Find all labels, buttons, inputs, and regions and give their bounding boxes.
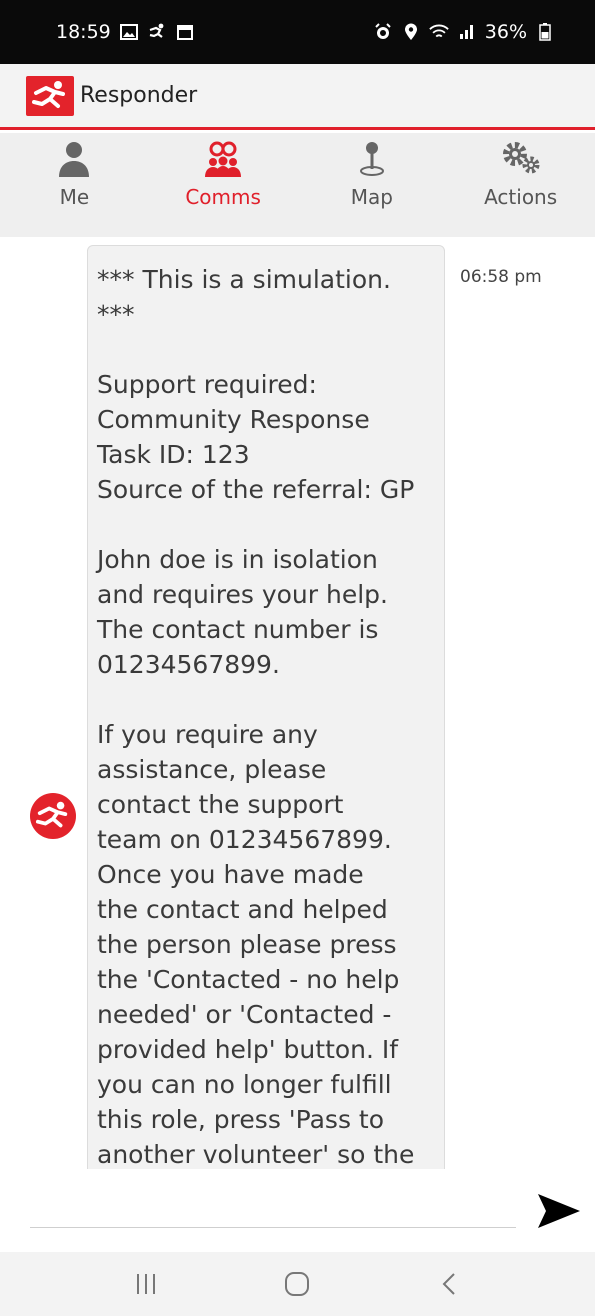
tab-bar: Me Comms Map Actions bbox=[0, 133, 595, 237]
recent-apps-icon bbox=[136, 1274, 155, 1294]
wifi-icon bbox=[429, 22, 449, 42]
message-line: the contact and helped bbox=[97, 895, 388, 924]
message-line: If you require any bbox=[97, 720, 318, 749]
tab-me[interactable]: Me bbox=[0, 133, 149, 237]
message-line: 01234567899. bbox=[97, 650, 280, 679]
message-line: *** This is a simulation. bbox=[97, 265, 391, 294]
status-time: 18:59 bbox=[56, 21, 111, 43]
message-line: team on 01234567899. bbox=[97, 825, 392, 854]
message-line: the 'Contacted - no help bbox=[97, 965, 400, 994]
home-icon bbox=[285, 1272, 310, 1296]
battery-icon bbox=[535, 22, 555, 42]
map-pin-icon bbox=[357, 139, 387, 179]
message-line: and requires your help. bbox=[97, 580, 388, 609]
message-line: the person please press bbox=[97, 930, 397, 959]
tab-map-label: Map bbox=[350, 185, 393, 209]
tab-map[interactable]: Map bbox=[298, 133, 447, 237]
message-line: Source of the referral: GP bbox=[97, 475, 415, 504]
battery-percent: 36% bbox=[484, 21, 527, 43]
system-nav-bar bbox=[0, 1252, 595, 1316]
message-line: John doe is in isolation bbox=[97, 545, 378, 574]
message-line: *** bbox=[97, 300, 135, 329]
tab-actions[interactable]: Actions bbox=[446, 133, 595, 237]
message-line: Community Response bbox=[97, 405, 370, 434]
tab-actions-label: Actions bbox=[484, 185, 558, 209]
tab-me-label: Me bbox=[59, 185, 90, 209]
send-button[interactable] bbox=[534, 1190, 584, 1232]
message-line: you can no longer fulfill bbox=[97, 1070, 392, 1099]
composer bbox=[0, 1170, 595, 1252]
app-bar: Responder bbox=[0, 64, 595, 130]
app-logo bbox=[26, 75, 74, 116]
message-line: Task ID: 123 bbox=[97, 440, 250, 469]
tab-comms[interactable]: Comms bbox=[149, 133, 298, 237]
status-bar-right: 36% bbox=[373, 21, 555, 43]
tab-comms-label: Comms bbox=[185, 185, 261, 209]
location-icon bbox=[401, 22, 421, 42]
group-icon bbox=[203, 139, 243, 179]
message-line: needed' or 'Contacted - bbox=[97, 1000, 392, 1029]
runner-logo-icon bbox=[35, 801, 68, 828]
alarm-icon bbox=[373, 22, 393, 42]
gears-icon bbox=[500, 139, 542, 179]
runner-icon bbox=[147, 22, 167, 42]
message-time: 06:58 pm bbox=[460, 267, 542, 287]
message-input[interactable] bbox=[30, 1192, 516, 1228]
home-button[interactable] bbox=[267, 1259, 327, 1309]
back-button[interactable] bbox=[419, 1259, 479, 1309]
person-icon bbox=[57, 139, 91, 179]
message-line: another volunteer' so the bbox=[97, 1140, 415, 1169]
message-line: contact the support bbox=[97, 790, 344, 819]
sender-avatar bbox=[30, 793, 76, 839]
signal-icon bbox=[457, 22, 477, 42]
status-bar: 18:59 36% bbox=[0, 0, 595, 64]
recent-apps-button[interactable] bbox=[116, 1259, 176, 1309]
gallery-icon bbox=[119, 22, 139, 42]
message-line: provided help' button. If bbox=[97, 1035, 399, 1064]
back-icon bbox=[442, 1273, 455, 1295]
message-line: this role, press 'Pass to bbox=[97, 1105, 385, 1134]
calendar-icon bbox=[175, 22, 195, 42]
message-bubble: *** This is a simulation. *** Support requ… bbox=[87, 245, 445, 1169]
app-title: Responder bbox=[80, 83, 198, 108]
message-line: The contact number is bbox=[97, 615, 379, 644]
message-line: Support required: bbox=[97, 370, 317, 399]
message-line: Once you have made bbox=[97, 860, 364, 889]
status-bar-left: 18:59 bbox=[56, 21, 195, 43]
send-icon bbox=[538, 1194, 580, 1228]
message-line: assistance, please bbox=[97, 755, 327, 784]
message-list[interactable]: *** This is a simulation. *** Support requ… bbox=[0, 237, 595, 1169]
